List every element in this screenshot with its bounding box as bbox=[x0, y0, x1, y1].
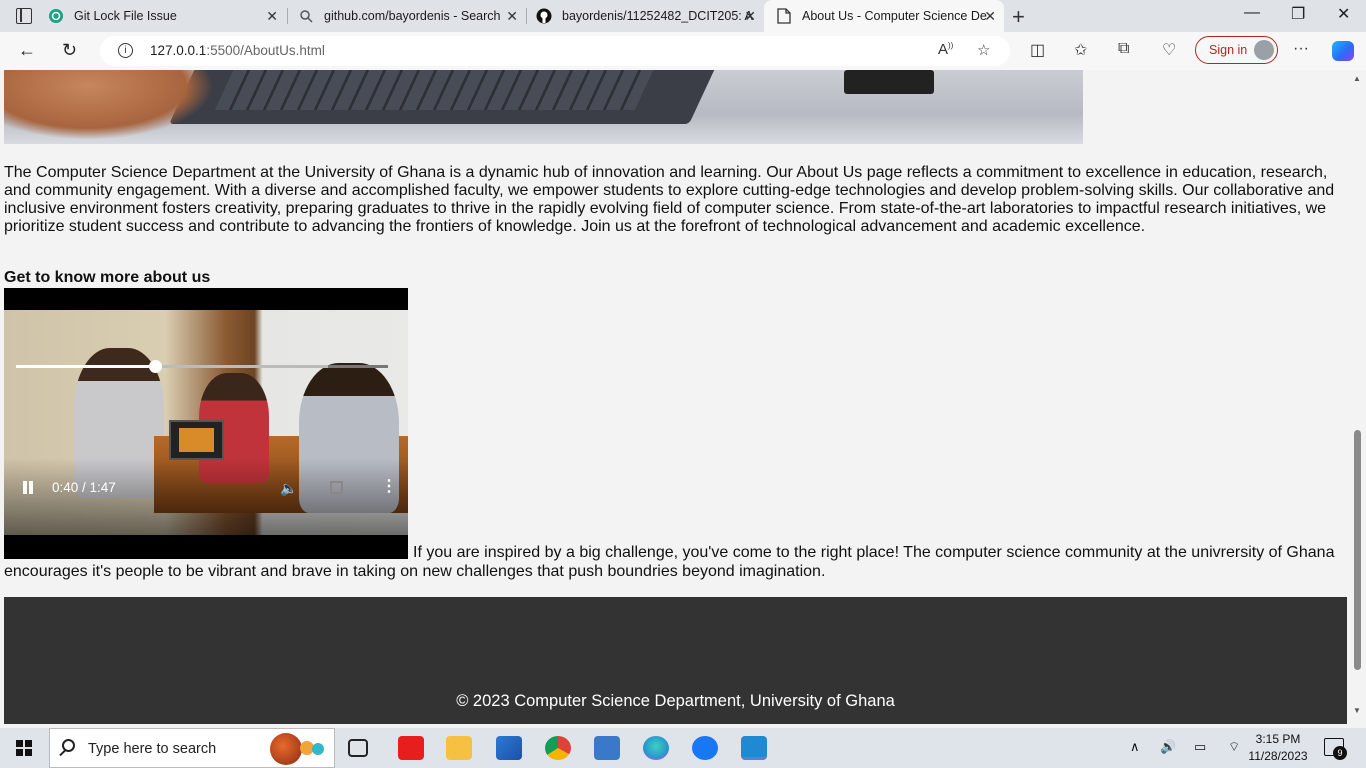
clock-time: 3:15 PM bbox=[1255, 732, 1301, 746]
close-icon[interactable]: ✕ bbox=[744, 8, 756, 25]
search-placeholder: Type here to search bbox=[88, 741, 217, 757]
search-highlight-icon bbox=[270, 733, 302, 765]
window-close-icon[interactable]: ✕ bbox=[1337, 4, 1350, 24]
file-explorer-icon[interactable] bbox=[446, 736, 472, 760]
sign-in-button[interactable]: Sign in bbox=[1195, 36, 1278, 64]
toolbar: ← ↻ i 127.0.0.1:5500/AboutUs.html A)) ☆ … bbox=[0, 32, 1366, 70]
tab-divider bbox=[287, 8, 288, 24]
chatgpt-icon bbox=[48, 8, 64, 24]
tab-actions-menu-icon[interactable] bbox=[16, 8, 32, 24]
youtube-icon[interactable] bbox=[398, 736, 424, 760]
mail-icon[interactable] bbox=[594, 736, 620, 760]
seek-progress bbox=[16, 365, 156, 368]
refresh-icon[interactable]: ↻ bbox=[62, 40, 77, 61]
video-player[interactable]: 0:40 / 1:47 🔈 ⋮ bbox=[4, 288, 408, 559]
address-bar[interactable]: i 127.0.0.1:5500/AboutUs.html A)) ☆ bbox=[100, 36, 1010, 66]
new-tab-icon[interactable]: + bbox=[1012, 4, 1025, 30]
task-view-icon[interactable] bbox=[348, 739, 368, 757]
about-intro-paragraph: The Computer Science Department at the U… bbox=[4, 164, 1335, 235]
tab-git-lock-file-issue[interactable]: Git Lock File Issue ✕ bbox=[48, 0, 286, 32]
search-icon bbox=[62, 739, 75, 752]
chrome-icon[interactable] bbox=[545, 736, 571, 760]
split-screen-icon[interactable]: ◫ bbox=[1030, 40, 1045, 60]
wifi-icon[interactable]: ⌔ bbox=[1228, 739, 1240, 755]
page-footer: © 2023 Computer Science Department, Univ… bbox=[4, 597, 1347, 724]
avatar bbox=[1254, 40, 1274, 60]
read-aloud-icon[interactable]: A)) bbox=[938, 41, 953, 58]
tab-github-repo[interactable]: bayordenis/11252482_DCIT205: A ✕ bbox=[536, 0, 764, 32]
taskbar-clock[interactable]: 3:15 PM 11/28/2023 bbox=[1244, 731, 1312, 765]
more-options-icon[interactable]: ··· bbox=[1293, 40, 1309, 58]
scroll-up-icon[interactable]: ▲ bbox=[1353, 74, 1361, 83]
scroll-thumb[interactable] bbox=[1354, 430, 1361, 670]
collections-icon[interactable]: ⧉ bbox=[1118, 40, 1129, 58]
github-icon bbox=[536, 8, 552, 24]
favorite-star-icon[interactable]: ☆ bbox=[977, 41, 990, 59]
url-text[interactable]: 127.0.0.1:5500/AboutUs.html bbox=[150, 43, 325, 58]
page-scrollbar[interactable]: ▲ ▼ bbox=[1349, 70, 1366, 724]
close-icon[interactable]: ✕ bbox=[984, 8, 996, 25]
tab-divider bbox=[526, 8, 527, 24]
search-icon bbox=[298, 8, 314, 24]
hero-image bbox=[4, 70, 1083, 144]
clock-date: 11/28/2023 bbox=[1248, 749, 1308, 763]
page-icon bbox=[776, 8, 792, 24]
tab-strip: Git Lock File Issue ✕ github.com/bayorde… bbox=[0, 0, 1366, 32]
browser-essentials-icon[interactable]: ♡ bbox=[1162, 40, 1176, 60]
taskbar-search-box[interactable]: Type here to search bbox=[49, 728, 335, 768]
tab-title: About Us - Computer Science De bbox=[802, 9, 987, 23]
tab-title: github.com/bayordenis - Search bbox=[324, 9, 501, 23]
edge-icon[interactable] bbox=[643, 736, 669, 760]
tab-title: Git Lock File Issue bbox=[74, 9, 177, 23]
video-seek-bar[interactable] bbox=[16, 360, 388, 373]
fullscreen-icon[interactable] bbox=[330, 481, 343, 494]
notification-center-icon[interactable]: 9 bbox=[1324, 738, 1347, 760]
scroll-down-icon[interactable]: ▼ bbox=[1353, 706, 1361, 715]
footer-copyright: © 2023 Computer Science Department, Univ… bbox=[456, 692, 895, 710]
search-highlight-dot-icon bbox=[312, 743, 324, 755]
copilot-icon[interactable] bbox=[1332, 41, 1354, 61]
battery-icon[interactable]: ▭ bbox=[1194, 739, 1206, 755]
favorites-icon[interactable]: ✩ bbox=[1074, 40, 1087, 60]
more-vertical-icon[interactable]: ⋮ bbox=[381, 479, 397, 495]
tab-github-search[interactable]: github.com/bayordenis - Search ✕ bbox=[298, 0, 526, 32]
page-viewport: The Computer Science Department at the U… bbox=[0, 70, 1349, 724]
tab-title: bayordenis/11252482_DCIT205: A bbox=[562, 9, 753, 23]
video-time: 0:40 / 1:47 bbox=[52, 480, 116, 495]
microsoft-store-icon[interactable] bbox=[496, 736, 522, 760]
windows-start-icon[interactable] bbox=[16, 740, 32, 756]
speaker-icon[interactable]: 🔊 bbox=[1160, 739, 1176, 755]
notification-count: 9 bbox=[1333, 746, 1347, 760]
minimize-icon[interactable]: — bbox=[1244, 4, 1260, 22]
inspiration-paragraph: If you are inspired by a big challenge, … bbox=[4, 544, 1335, 580]
pause-icon[interactable] bbox=[22, 481, 34, 495]
back-arrow-icon[interactable]: ← bbox=[18, 40, 36, 61]
windows-taskbar: Type here to search ∧ 🔊 ▭ ⌔ 3:15 PM 11/2… bbox=[0, 728, 1366, 768]
close-icon[interactable]: ✕ bbox=[266, 8, 278, 25]
vscode-icon[interactable] bbox=[741, 736, 767, 760]
volume-icon[interactable]: 🔈 bbox=[280, 480, 297, 497]
site-info-icon[interactable]: i bbox=[118, 43, 133, 58]
close-icon[interactable]: ✕ bbox=[506, 8, 518, 25]
restore-icon[interactable]: ❐ bbox=[1291, 4, 1305, 24]
facebook-icon[interactable] bbox=[692, 736, 718, 760]
section-heading: Get to know more about us bbox=[4, 269, 211, 286]
tab-about-us[interactable]: About Us - Computer Science De ✕ bbox=[764, 0, 1004, 32]
hidden-icons-chevron-icon[interactable]: ∧ bbox=[1130, 739, 1140, 755]
